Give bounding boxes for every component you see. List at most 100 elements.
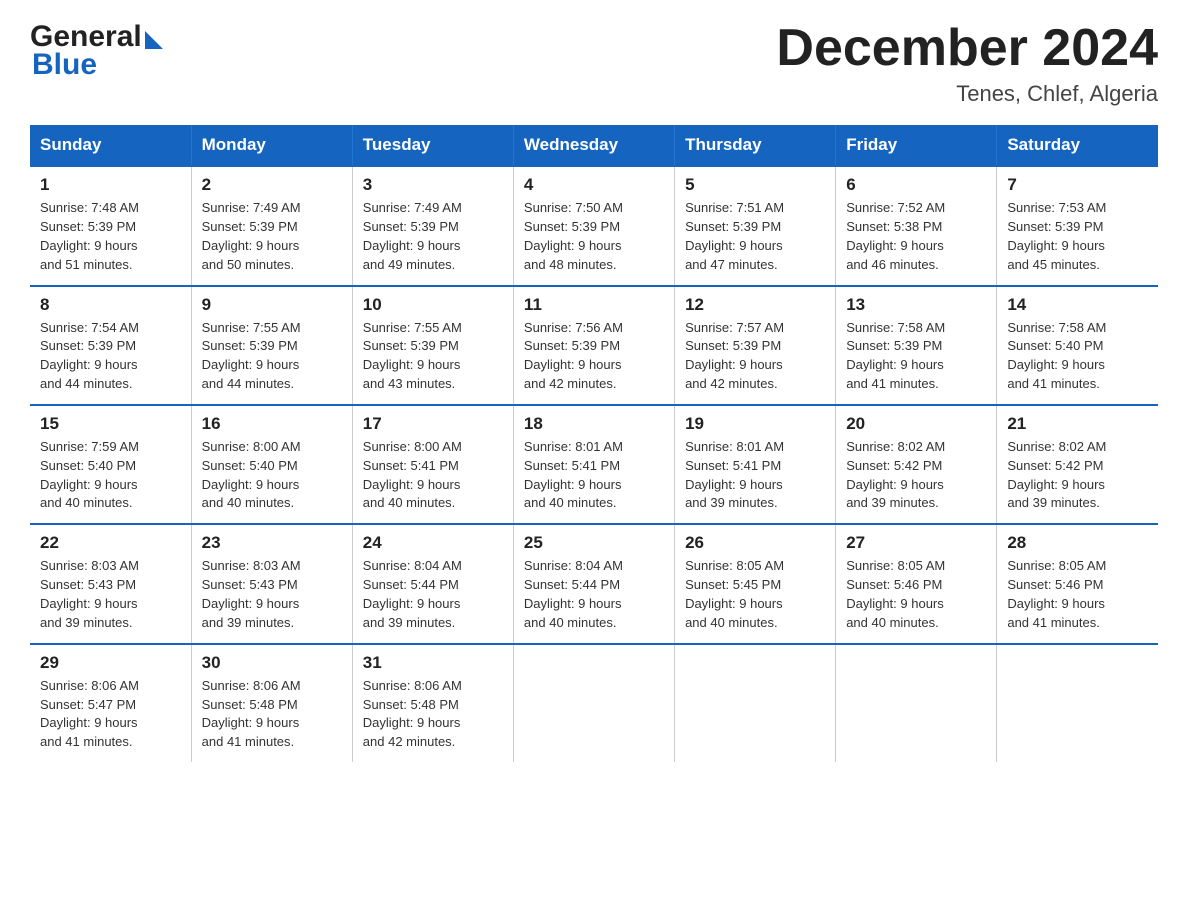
day-number: 5 (685, 175, 825, 195)
calendar-cell (513, 644, 674, 762)
page-header: General Blue December 2024 Tenes, Chlef,… (30, 20, 1158, 107)
day-number: 24 (363, 533, 503, 553)
calendar-week-row: 22 Sunrise: 8:03 AMSunset: 5:43 PMDayligh… (30, 524, 1158, 643)
day-info: Sunrise: 7:58 AMSunset: 5:40 PMDaylight:… (1007, 319, 1148, 394)
day-info: Sunrise: 7:49 AMSunset: 5:39 PMDaylight:… (202, 199, 342, 274)
col-wednesday: Wednesday (513, 125, 674, 166)
day-info: Sunrise: 7:54 AMSunset: 5:39 PMDaylight:… (40, 319, 181, 394)
calendar-cell: 19 Sunrise: 8:01 AMSunset: 5:41 PMDayligh… (675, 405, 836, 524)
day-info: Sunrise: 7:55 AMSunset: 5:39 PMDaylight:… (363, 319, 503, 394)
title-block: December 2024 Tenes, Chlef, Algeria (776, 20, 1158, 107)
day-info: Sunrise: 7:48 AMSunset: 5:39 PMDaylight:… (40, 199, 181, 274)
month-title: December 2024 (776, 20, 1158, 77)
day-info: Sunrise: 8:02 AMSunset: 5:42 PMDaylight:… (846, 438, 986, 513)
calendar-cell: 12 Sunrise: 7:57 AMSunset: 5:39 PMDayligh… (675, 286, 836, 405)
calendar-header-row: Sunday Monday Tuesday Wednesday Thursday… (30, 125, 1158, 166)
day-info: Sunrise: 8:00 AMSunset: 5:41 PMDaylight:… (363, 438, 503, 513)
calendar-cell: 29Sunrise: 8:06 AMSunset: 5:47 PMDayligh… (30, 644, 191, 762)
calendar-cell: 23 Sunrise: 8:03 AMSunset: 5:43 PMDayligh… (191, 524, 352, 643)
day-number: 1 (40, 175, 181, 195)
day-number: 13 (846, 295, 986, 315)
calendar-cell: 5 Sunrise: 7:51 AMSunset: 5:39 PMDaylight… (675, 166, 836, 285)
calendar-cell: 11Sunrise: 7:56 AMSunset: 5:39 PMDayligh… (513, 286, 674, 405)
day-info: Sunrise: 8:00 AMSunset: 5:40 PMDaylight:… (202, 438, 342, 513)
logo-blue-text: Blue (30, 48, 163, 82)
calendar-cell: 17Sunrise: 8:00 AMSunset: 5:41 PMDayligh… (352, 405, 513, 524)
day-info: Sunrise: 8:01 AMSunset: 5:41 PMDaylight:… (524, 438, 664, 513)
calendar-cell: 15 Sunrise: 7:59 AMSunset: 5:40 PMDayligh… (30, 405, 191, 524)
day-number: 18 (524, 414, 664, 434)
day-info: Sunrise: 8:05 AMSunset: 5:45 PMDaylight:… (685, 557, 825, 632)
calendar-cell: 20 Sunrise: 8:02 AMSunset: 5:42 PMDayligh… (836, 405, 997, 524)
calendar-cell: 18 Sunrise: 8:01 AMSunset: 5:41 PMDayligh… (513, 405, 674, 524)
calendar-cell: 2 Sunrise: 7:49 AMSunset: 5:39 PMDaylight… (191, 166, 352, 285)
day-info: Sunrise: 8:03 AMSunset: 5:43 PMDaylight:… (202, 557, 342, 632)
day-number: 10 (363, 295, 503, 315)
day-number: 31 (363, 653, 503, 673)
day-number: 21 (1007, 414, 1148, 434)
calendar-cell: 27Sunrise: 8:05 AMSunset: 5:46 PMDayligh… (836, 524, 997, 643)
col-sunday: Sunday (30, 125, 191, 166)
calendar-cell: 14 Sunrise: 7:58 AMSunset: 5:40 PMDayligh… (997, 286, 1158, 405)
day-info: Sunrise: 8:02 AMSunset: 5:42 PMDaylight:… (1007, 438, 1148, 513)
day-number: 25 (524, 533, 664, 553)
day-number: 12 (685, 295, 825, 315)
day-info: Sunrise: 8:01 AMSunset: 5:41 PMDaylight:… (685, 438, 825, 513)
calendar-cell: 24 Sunrise: 8:04 AMSunset: 5:44 PMDayligh… (352, 524, 513, 643)
calendar-cell: 4Sunrise: 7:50 AMSunset: 5:39 PMDaylight… (513, 166, 674, 285)
day-number: 22 (40, 533, 181, 553)
day-number: 27 (846, 533, 986, 553)
day-number: 4 (524, 175, 664, 195)
calendar-cell: 30Sunrise: 8:06 AMSunset: 5:48 PMDayligh… (191, 644, 352, 762)
day-info: Sunrise: 7:58 AMSunset: 5:39 PMDaylight:… (846, 319, 986, 394)
day-number: 20 (846, 414, 986, 434)
logo: General Blue (30, 20, 163, 82)
calendar-cell: 31Sunrise: 8:06 AMSunset: 5:48 PMDayligh… (352, 644, 513, 762)
day-number: 2 (202, 175, 342, 195)
day-number: 26 (685, 533, 825, 553)
location-title: Tenes, Chlef, Algeria (776, 81, 1158, 107)
calendar-cell: 6 Sunrise: 7:52 AMSunset: 5:38 PMDaylight… (836, 166, 997, 285)
col-saturday: Saturday (997, 125, 1158, 166)
calendar-cell: 3 Sunrise: 7:49 AMSunset: 5:39 PMDaylight… (352, 166, 513, 285)
calendar-week-row: 8Sunrise: 7:54 AMSunset: 5:39 PMDaylight… (30, 286, 1158, 405)
calendar-cell: 25 Sunrise: 8:04 AMSunset: 5:44 PMDayligh… (513, 524, 674, 643)
day-number: 6 (846, 175, 986, 195)
day-info: Sunrise: 8:04 AMSunset: 5:44 PMDaylight:… (524, 557, 664, 632)
calendar-cell: 10 Sunrise: 7:55 AMSunset: 5:39 PMDayligh… (352, 286, 513, 405)
day-number: 19 (685, 414, 825, 434)
day-number: 7 (1007, 175, 1148, 195)
day-info: Sunrise: 8:06 AMSunset: 5:48 PMDaylight:… (202, 677, 342, 752)
calendar-week-row: 15 Sunrise: 7:59 AMSunset: 5:40 PMDayligh… (30, 405, 1158, 524)
calendar-cell: 28Sunrise: 8:05 AMSunset: 5:46 PMDayligh… (997, 524, 1158, 643)
day-info: Sunrise: 7:49 AMSunset: 5:39 PMDaylight:… (363, 199, 503, 274)
calendar-cell (836, 644, 997, 762)
calendar-cell: 1 Sunrise: 7:48 AMSunset: 5:39 PMDaylight… (30, 166, 191, 285)
day-number: 15 (40, 414, 181, 434)
calendar-cell: 9Sunrise: 7:55 AMSunset: 5:39 PMDaylight… (191, 286, 352, 405)
day-number: 28 (1007, 533, 1148, 553)
day-info: Sunrise: 7:51 AMSunset: 5:39 PMDaylight:… (685, 199, 825, 274)
day-number: 9 (202, 295, 342, 315)
day-info: Sunrise: 7:53 AMSunset: 5:39 PMDaylight:… (1007, 199, 1148, 274)
calendar-week-row: 29Sunrise: 8:06 AMSunset: 5:47 PMDayligh… (30, 644, 1158, 762)
calendar-cell: 7 Sunrise: 7:53 AMSunset: 5:39 PMDaylight… (997, 166, 1158, 285)
day-info: Sunrise: 7:59 AMSunset: 5:40 PMDaylight:… (40, 438, 181, 513)
col-friday: Friday (836, 125, 997, 166)
day-info: Sunrise: 7:57 AMSunset: 5:39 PMDaylight:… (685, 319, 825, 394)
col-monday: Monday (191, 125, 352, 166)
day-number: 14 (1007, 295, 1148, 315)
logo-arrow-icon (145, 31, 163, 49)
calendar-week-row: 1 Sunrise: 7:48 AMSunset: 5:39 PMDaylight… (30, 166, 1158, 285)
day-info: Sunrise: 7:52 AMSunset: 5:38 PMDaylight:… (846, 199, 986, 274)
day-info: Sunrise: 8:06 AMSunset: 5:47 PMDaylight:… (40, 677, 181, 752)
calendar-cell: 8Sunrise: 7:54 AMSunset: 5:39 PMDaylight… (30, 286, 191, 405)
day-info: Sunrise: 7:56 AMSunset: 5:39 PMDaylight:… (524, 319, 664, 394)
day-number: 16 (202, 414, 342, 434)
day-number: 23 (202, 533, 342, 553)
day-info: Sunrise: 8:04 AMSunset: 5:44 PMDaylight:… (363, 557, 503, 632)
calendar-cell: 21 Sunrise: 8:02 AMSunset: 5:42 PMDayligh… (997, 405, 1158, 524)
col-tuesday: Tuesday (352, 125, 513, 166)
day-number: 3 (363, 175, 503, 195)
calendar-cell: 13 Sunrise: 7:58 AMSunset: 5:39 PMDayligh… (836, 286, 997, 405)
